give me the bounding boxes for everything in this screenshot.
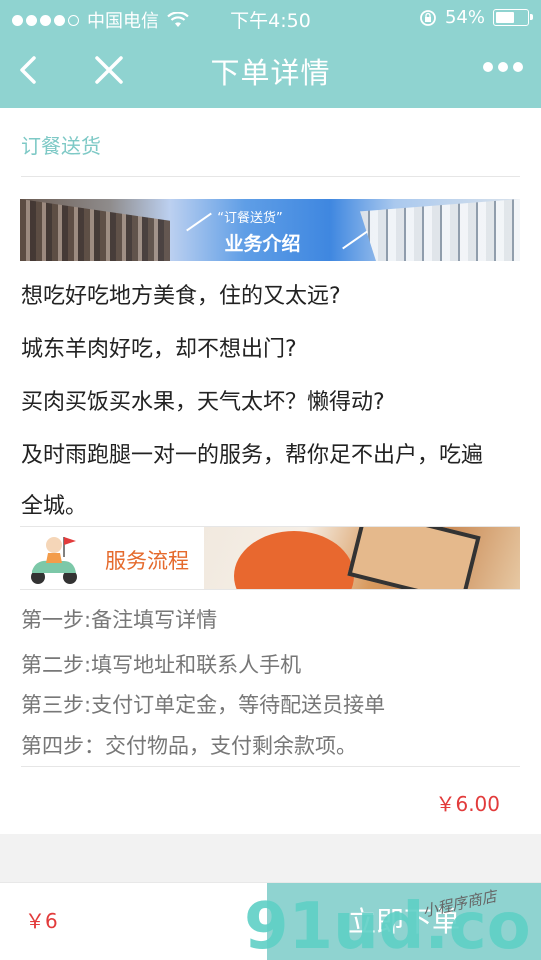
step-item: 第四步：交付物品，支付剩余款项。 <box>21 734 357 758</box>
step-item: 第二步:填写地址和联系人手机 <box>21 653 302 677</box>
order-now-button[interactable]: 立即下单 <box>267 883 541 960</box>
description-line: 买肉买饭买水果，天气太坏？懒得动? <box>21 390 385 415</box>
order-detail-card: 订餐送货 “订餐送货” 业务介绍 想吃好吃地方美食，住的又太远? 城东羊肉好吃，… <box>0 108 541 834</box>
status-right: 54% <box>419 7 533 28</box>
description-line: 城东羊肉好吃，却不想出门? <box>21 337 297 362</box>
business-intro-banner: “订餐送货” 业务介绍 <box>20 199 520 261</box>
divider <box>21 766 520 767</box>
banner-intro-title: 业务介绍 <box>224 233 301 255</box>
order-price: ￥6.00 <box>435 792 500 816</box>
rotation-lock-icon <box>420 9 436 26</box>
service-flow-photo <box>204 527 520 589</box>
banner-quote: “订餐送货” <box>217 211 283 226</box>
more-menu-icon[interactable] <box>483 62 523 72</box>
description-line: 想吃好吃地方美食，住的又太远? <box>21 284 341 309</box>
page-title: 下单详情 <box>210 56 331 90</box>
header: 中国电信 下午4:50 54% 下单详情 <box>0 0 541 108</box>
step-item: 第三步:支付订单定金，等待配送员接单 <box>21 693 386 717</box>
battery-fill <box>496 12 515 23</box>
bottom-bar: ￥6 立即下单 <box>0 882 541 960</box>
step-item: 第一步:备注填写详情 <box>21 608 218 632</box>
nav-bar: 下单详情 <box>0 36 541 108</box>
total-price: ￥6 <box>25 909 58 933</box>
delivery-scooter-icon <box>31 537 77 584</box>
service-title: 订餐送货 <box>21 134 101 158</box>
description-line: 全城。 <box>21 494 88 519</box>
status-bar: 中国电信 下午4:50 54% <box>0 0 541 36</box>
battery-icon <box>493 9 533 26</box>
service-flow-banner: 服务流程 <box>20 526 520 590</box>
divider <box>21 176 520 177</box>
service-flow-label: 服务流程 <box>105 549 189 573</box>
description-line: 及时雨跑腿一对一的服务，帮你足不出户，吃遍 <box>21 443 484 468</box>
battery-percent: 54% <box>444 7 485 28</box>
